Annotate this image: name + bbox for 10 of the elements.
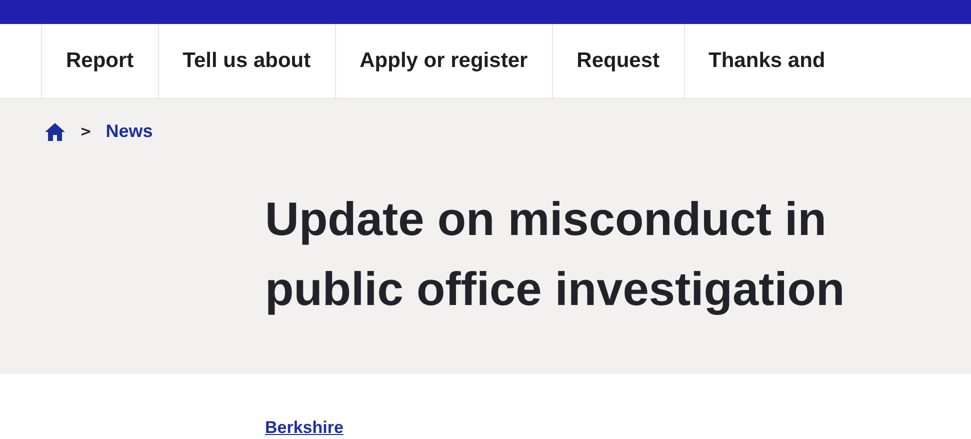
home-icon[interactable] <box>44 122 66 142</box>
nav-link[interactable]: Apply or register <box>334 24 552 98</box>
page-title: Update on misconduct in public office investigation <box>265 191 846 317</box>
breadcrumb-link[interactable]: News <box>106 121 153 142</box>
region-link[interactable]: Berkshire <box>265 418 344 437</box>
breadcrumb-separator: > <box>80 124 92 140</box>
nav-link[interactable]: Thanks and <box>684 24 850 98</box>
nav-link[interactable]: Request <box>552 24 684 98</box>
nav-link[interactable]: Report <box>41 24 158 98</box>
nav-link[interactable]: Tell us about <box>158 24 335 98</box>
